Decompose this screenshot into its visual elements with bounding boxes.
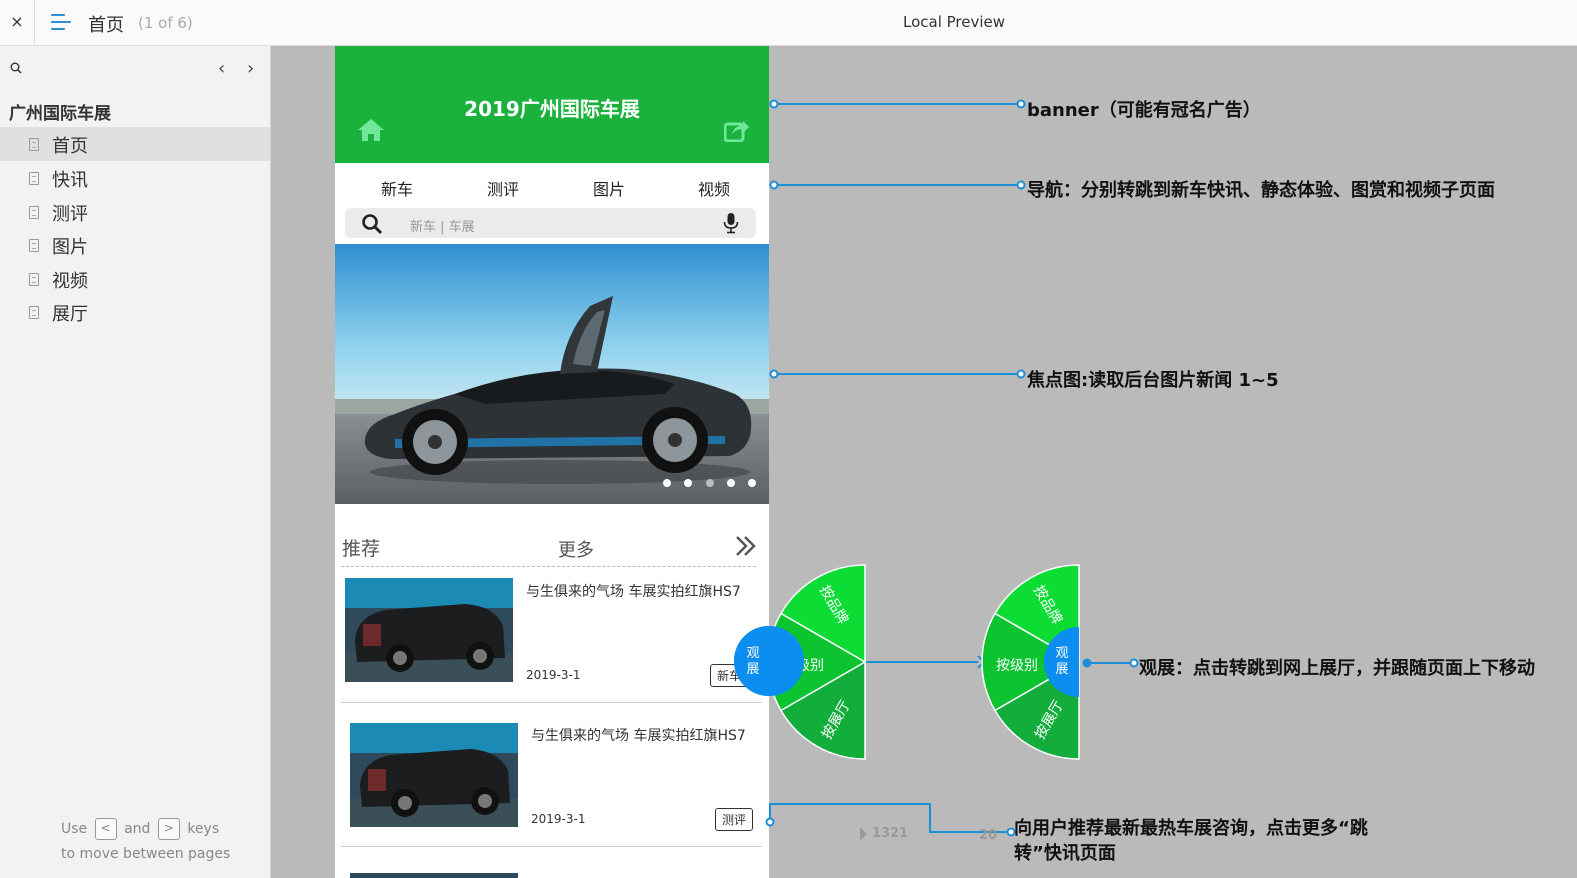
annotation-banner: banner（可能有冠名广告）: [1027, 100, 1261, 121]
ghost-number: 20: [979, 828, 998, 843]
float-menu-example[interactable]: 按品牌 按级别 按展厅 观 展: [981, 564, 1081, 760]
play-icon: [860, 827, 867, 841]
float-center-label: 展: [1055, 662, 1068, 677]
annotation-recommend: 向用户推荐最新最热车展咨询，点击更多“跳: [1014, 818, 1368, 839]
annotation-recommend: 转”快讯页面: [1014, 843, 1116, 864]
annotation-float: 观展：点击转跳到网上展厅，并跟随页面上下移动: [1139, 658, 1535, 679]
float-menu-expanded[interactable]: 按品牌 按级别 按展厅 观 展: [734, 564, 867, 760]
float-center-label: 观: [746, 646, 759, 661]
ghost-number: 1321: [872, 826, 909, 841]
float-item-level-label: 按级别: [996, 658, 1038, 674]
annotation-focus: 焦点图:读取后台图片新闻 1~5: [1027, 370, 1279, 391]
annotation-overlay: 按品牌 按级别 按展厅 观 展 按品牌 按级别 按展厅 观 展: [734, 99, 1139, 841]
float-center-label: 观: [1055, 646, 1068, 661]
annotation-nav: 导航：分别转跳到新车快讯、静态体验、图赏和视频子页面: [1027, 180, 1495, 201]
float-center-label: 展: [746, 662, 759, 677]
